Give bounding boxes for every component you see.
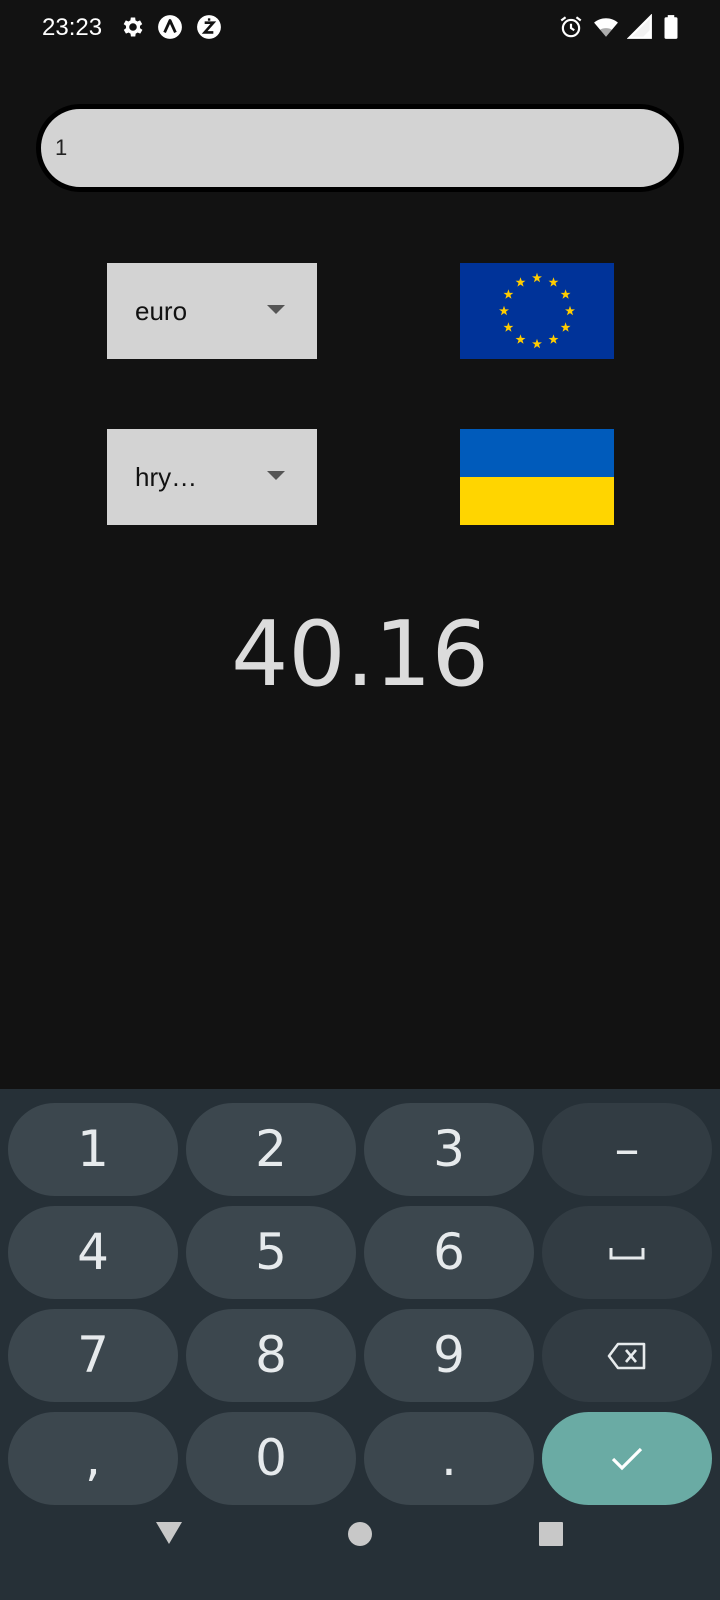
home-icon[interactable] [347,1521,373,1547]
status-bar: 23:23 [0,0,720,56]
key-1[interactable]: 1 [8,1103,178,1196]
key-5[interactable]: 5 [186,1206,356,1299]
key-minus[interactable]: – [542,1103,712,1196]
wifi-icon [594,18,618,37]
from-currency-label: euro [135,296,188,326]
ukraine-flag-icon [460,429,614,525]
backspace-icon [607,1342,646,1369]
signal-icon [627,14,652,39]
space-icon [609,1247,645,1259]
backspace-key[interactable] [542,1309,712,1402]
battery-icon [664,15,678,39]
space-key[interactable] [542,1206,712,1299]
status-time: 23:23 [42,14,103,41]
check-icon [611,1447,643,1470]
settings-icon [123,17,143,37]
app-z-icon [197,15,221,39]
chevron-down-icon [267,305,285,314]
key-0[interactable]: 0 [186,1412,356,1505]
eu-flag-icon [460,263,614,359]
key-9[interactable]: 9 [364,1309,534,1402]
numeric-keyboard: 1 2 3 – 4 5 6 7 8 9 , 0 . [0,1089,720,1600]
chevron-down-icon [267,471,285,480]
key-8[interactable]: 8 [186,1309,356,1402]
key-4[interactable]: 4 [8,1206,178,1299]
key-3[interactable]: 3 [364,1103,534,1196]
from-currency-dropdown[interactable]: euro [107,263,317,359]
back-icon[interactable] [154,1519,184,1547]
key-period[interactable]: . [364,1412,534,1505]
recents-icon[interactable] [538,1521,564,1547]
done-key[interactable] [542,1412,712,1505]
to-currency-dropdown[interactable]: hry… [107,429,317,525]
key-6[interactable]: 6 [364,1206,534,1299]
to-currency-label: hry… [135,462,198,492]
key-2[interactable]: 2 [186,1103,356,1196]
key-comma[interactable]: , [8,1412,178,1505]
key-7[interactable]: 7 [8,1309,178,1402]
app-a-icon [158,15,182,39]
alarm-icon [560,16,582,38]
amount-input[interactable] [36,104,684,192]
conversion-result: 40.16 [231,602,489,707]
